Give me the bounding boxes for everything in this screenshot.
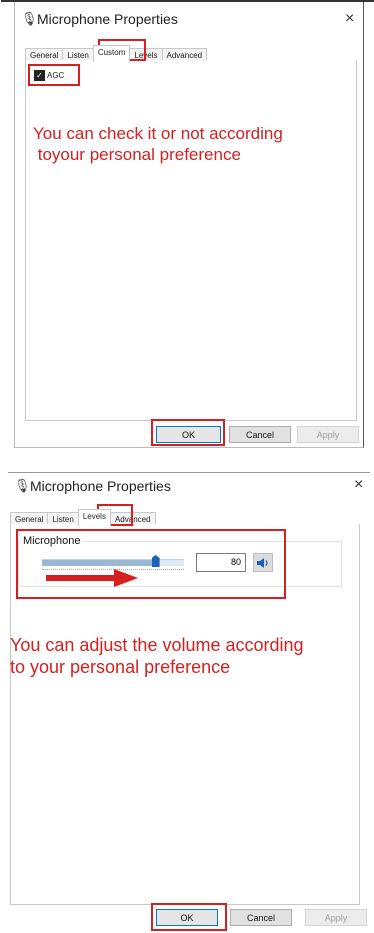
dialog-levels: 🎙︎ Microphone Properties × General Liste… [8, 472, 370, 933]
dialog-custom: 🎙︎ Microphone Properties × General Liste… [1, 0, 374, 448]
microphone-icon: 🎙︎ [14, 478, 31, 493]
close-icon[interactable]: × [345, 10, 354, 28]
microphone-icon: 🎙︎ [21, 11, 38, 26]
annotation-line1: You can check it or not according [33, 124, 283, 143]
annotation-line2: toyour personal preference [33, 145, 241, 164]
highlight-ok [151, 903, 227, 931]
dialog-title: 🎙︎ Microphone Properties [14, 478, 171, 494]
annotation-line1: You can adjust the volume according [10, 635, 304, 655]
dialog-title-text: Microphone Properties [37, 11, 178, 27]
dialog-title-text: Microphone Properties [30, 478, 171, 494]
tab-custom[interactable]: Custom [92, 45, 131, 62]
cancel-button[interactable]: Cancel [230, 909, 292, 926]
highlight-ok [151, 419, 225, 446]
highlight-agc [28, 64, 80, 86]
tab-levels[interactable]: Levels [77, 509, 111, 526]
cancel-button[interactable]: Cancel [229, 426, 291, 443]
highlight-microphone-level [16, 529, 286, 599]
dialog-title: 🎙︎ Microphone Properties [21, 11, 178, 27]
annotation-line2: to your personal preference [10, 657, 231, 677]
close-icon[interactable]: × [354, 476, 363, 494]
apply-button[interactable]: Apply [297, 426, 359, 443]
apply-button[interactable]: Apply [305, 909, 367, 926]
tab-content [25, 60, 357, 421]
